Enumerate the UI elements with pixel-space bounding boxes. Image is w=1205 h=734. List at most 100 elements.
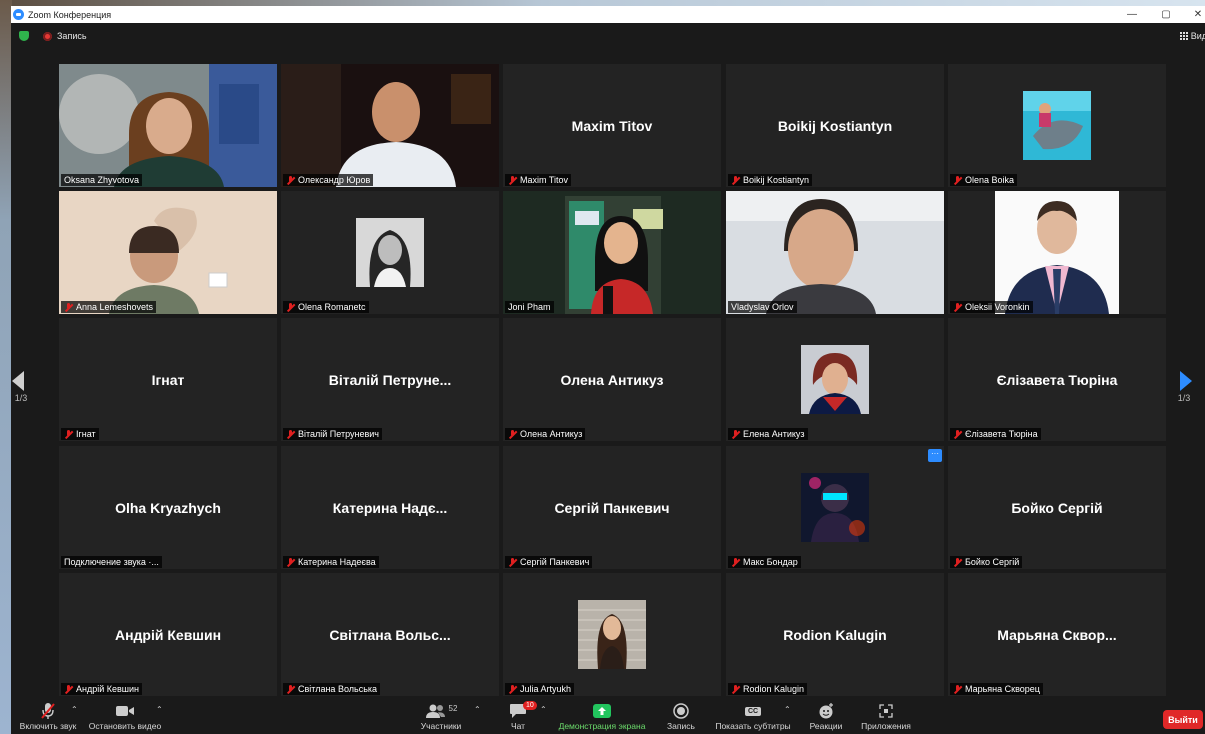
- participant-name-label: Oleksii Voronkin: [950, 301, 1033, 313]
- participant-tile[interactable]: Oleksii Voronkin: [948, 191, 1166, 314]
- participant-video: [59, 191, 277, 314]
- close-button[interactable]: ✕: [1183, 6, 1205, 23]
- participant-tile[interactable]: Сергій Панкевич Сергій Панкевич: [503, 446, 721, 569]
- chat-caret-icon[interactable]: ⌃: [540, 705, 547, 714]
- participants-count: 52: [448, 703, 458, 713]
- participant-name: Olena Boika: [965, 175, 1015, 185]
- participant-tile[interactable]: Андрій Кевшин Андрій Кевшин: [59, 573, 277, 696]
- participant-tile[interactable]: Oksana Zhyvotova: [59, 64, 277, 187]
- stop-video-button[interactable]: Остановить видео: [87, 697, 163, 734]
- muted-microphone-icon: [508, 175, 517, 185]
- previous-page-arrow-icon[interactable]: [12, 371, 24, 391]
- record-button[interactable]: Запись: [661, 697, 701, 734]
- participant-tile[interactable]: Віталій Петруне... Віталій Петруневич: [281, 318, 499, 441]
- participant-display-name: Марьяна Сквор...: [997, 627, 1117, 643]
- participant-name-label: Boikij Kostiantyn: [728, 174, 813, 186]
- participant-tile[interactable]: Елена Антикуз: [726, 318, 944, 441]
- participant-tile[interactable]: Olena Boika: [948, 64, 1166, 187]
- participant-avatar: [356, 218, 424, 287]
- participant-display-name: Бойко Сергій: [1011, 500, 1103, 516]
- grid-view-icon: [1179, 32, 1188, 40]
- participant-tile[interactable]: Марьяна Сквор... Марьяна Скворец: [948, 573, 1166, 696]
- participant-name-label: Olena Boika: [950, 174, 1018, 186]
- participant-tile[interactable]: Julia Artyukh: [503, 573, 721, 696]
- reactions-button[interactable]: Реакции: [806, 697, 846, 734]
- leave-meeting-button[interactable]: Выйти: [1163, 710, 1203, 729]
- participant-name: Подключение звука ·...: [64, 557, 159, 567]
- participant-video: [281, 64, 499, 187]
- participants-label: Участники: [420, 721, 462, 731]
- participant-tile[interactable]: Rodion Kalugin Rodion Kalugin: [726, 573, 944, 696]
- participant-tile[interactable]: Olena Romanetc: [281, 191, 499, 314]
- participant-name: Boikij Kostiantyn: [743, 175, 810, 185]
- participant-tile[interactable]: Anna Lemeshovets: [59, 191, 277, 314]
- next-page-arrow-icon[interactable]: [1180, 371, 1192, 391]
- participant-tile[interactable]: Олена Антикуз Олена Антикуз: [503, 318, 721, 441]
- participant-tile[interactable]: Ігнат Ігнат: [59, 318, 277, 441]
- participant-tile[interactable]: Vladyslav Orlov: [726, 191, 944, 314]
- participant-name: Бойко Сергій: [965, 557, 1020, 567]
- participant-display-name: Rodion Kalugin: [783, 627, 887, 643]
- participant-display-name: Світлана Вольс...: [329, 627, 451, 643]
- participant-name-label: Rodion Kalugin: [728, 683, 808, 695]
- participant-name-label: Віталій Петруневич: [283, 428, 382, 440]
- chat-unread-badge: 10: [523, 701, 537, 710]
- participant-tile[interactable]: Maxim Titov Maxim Titov: [503, 64, 721, 187]
- apps-button[interactable]: Приложения: [856, 697, 916, 734]
- muted-microphone-icon: [731, 684, 740, 694]
- view-label: Вид: [1190, 31, 1205, 41]
- minimize-button[interactable]: —: [1117, 6, 1147, 23]
- recording-label[interactable]: Запись: [57, 31, 87, 41]
- view-button[interactable]: Вид: [1179, 31, 1205, 41]
- participant-name: Світлана Вольська: [298, 684, 378, 694]
- muted-microphone-icon: [286, 557, 295, 567]
- muted-microphone-icon: [286, 429, 295, 439]
- apps-icon: [879, 704, 893, 718]
- participant-name-label: Joni Pham: [505, 301, 554, 313]
- participant-tile[interactable]: Катерина Надє... Катерина Надеєва: [281, 446, 499, 569]
- participants-caret-icon[interactable]: ⌃: [474, 705, 481, 714]
- participant-name: Олександр Юров: [298, 175, 371, 185]
- captions-caret-icon[interactable]: ⌃: [784, 705, 791, 714]
- muted-microphone-icon: [953, 429, 962, 439]
- participant-name-label: Марьяна Скворец: [950, 683, 1043, 695]
- participant-display-name: Катерина Надє...: [332, 500, 448, 516]
- participant-tile[interactable]: Макс Бондар: [726, 446, 944, 569]
- participants-button[interactable]: 52 Участники: [415, 697, 467, 734]
- participant-tile[interactable]: Boikij Kostiantyn Boikij Kostiantyn: [726, 64, 944, 187]
- muted-microphone-icon: [731, 429, 740, 439]
- participant-tile[interactable]: Бойко Сергій Бойко Сергій: [948, 446, 1166, 569]
- unmute-button[interactable]: Включить звук: [15, 697, 81, 734]
- captions-label: Показать субтитры: [715, 721, 791, 731]
- participant-tile[interactable]: Олександр Юров: [281, 64, 499, 187]
- captions-button[interactable]: CC Показать субтитры: [713, 697, 793, 734]
- participant-name-label: Бойко Сергій: [950, 556, 1023, 568]
- participant-tile[interactable]: Olha Kryazhych Подключение звука ·...: [59, 446, 277, 569]
- participant-name: Rodion Kalugin: [743, 684, 805, 694]
- share-screen-label: Демонстрация экрана: [558, 721, 646, 731]
- video-options-caret-icon[interactable]: ⌃: [156, 705, 163, 714]
- participant-name: Елена Антикуз: [743, 429, 805, 439]
- participant-name: Катерина Надеєва: [298, 557, 376, 567]
- record-label: Запись: [667, 721, 695, 731]
- security-shield-icon[interactable]: [19, 31, 29, 41]
- maximize-button[interactable]: ▢: [1151, 6, 1181, 23]
- muted-microphone-icon: [508, 429, 517, 439]
- recording-icon[interactable]: [43, 32, 52, 41]
- muted-microphone-icon: [508, 557, 517, 567]
- audio-options-caret-icon[interactable]: ⌃: [71, 705, 78, 714]
- muted-microphone-icon: [731, 557, 740, 567]
- participant-name-label: Maxim Titov: [505, 174, 572, 186]
- participant-name-label: Світлана Вольська: [283, 683, 381, 695]
- participant-tile[interactable]: Світлана Вольс... Світлана Вольська: [281, 573, 499, 696]
- muted-microphone-icon: [286, 175, 295, 185]
- participant-name: Oleksii Voronkin: [965, 302, 1030, 312]
- participant-tile[interactable]: Єлізавета Тюріна Єлізавета Тюріна: [948, 318, 1166, 441]
- more-options-button[interactable]: ···: [928, 449, 942, 462]
- participant-tile[interactable]: Joni Pham: [503, 191, 721, 314]
- window-title: Zoom Конференция: [28, 9, 112, 20]
- muted-microphone-icon: [953, 557, 962, 567]
- share-screen-button[interactable]: Демонстрация экрана: [555, 697, 649, 734]
- chat-label: Чат: [510, 721, 526, 731]
- participant-display-name: Єлізавета Тюріна: [996, 372, 1118, 388]
